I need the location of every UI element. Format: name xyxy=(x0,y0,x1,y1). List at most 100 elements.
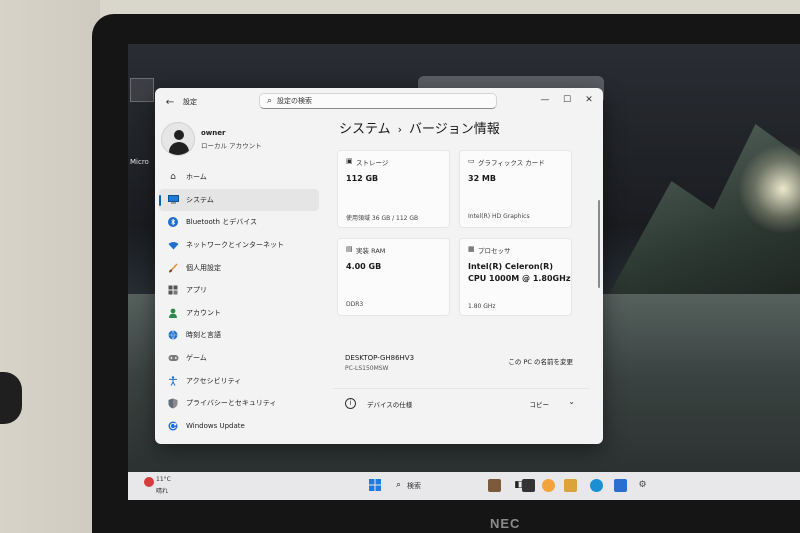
settings-icon[interactable]: ⚙ xyxy=(636,479,649,492)
ram-card[interactable]: ▤ 実装 RAM 4.00 GB DDR3 xyxy=(337,238,450,316)
maximize-icon: ☐ xyxy=(562,95,572,105)
sidebar-item-label: 時刻と言語 xyxy=(186,331,221,340)
gamepad-icon xyxy=(166,351,180,365)
nav-list: ⌂ ホーム システム Bluetooth とデバイス ネットワークとインターネッ… xyxy=(159,166,319,437)
sidebar-item-label: アプリ xyxy=(186,286,207,295)
device-name: DESKTOP-GH86HV3 xyxy=(345,354,415,362)
search-icon[interactable]: ⌕ xyxy=(392,479,405,492)
user-profile[interactable]: owner ローカル アカウント xyxy=(161,122,321,158)
breadcrumb: システム › バージョン情報 xyxy=(339,118,500,137)
sidebar-item-label: アクセシビリティ xyxy=(186,376,242,385)
storage-usage: 使用領域 36 GB / 112 GB xyxy=(346,215,419,222)
desk-background xyxy=(0,0,100,533)
avatar xyxy=(161,122,195,156)
desktop-shortcut-icon[interactable] xyxy=(130,78,154,102)
ram-label: 実装 RAM xyxy=(356,247,386,255)
search-input[interactable] xyxy=(277,97,478,105)
file-explorer-icon[interactable] xyxy=(564,479,577,492)
minimize-button[interactable]: — xyxy=(535,92,555,108)
sidebar-item-privacy-security[interactable]: プライバシーとセキュリティ xyxy=(159,392,319,415)
storage-card[interactable]: ▣ ストレージ 112 GB 使用領域 36 GB / 112 GB xyxy=(337,150,450,228)
close-button[interactable]: ✕ xyxy=(579,92,599,108)
sidebar-item-system[interactable]: システム xyxy=(159,188,319,212)
brush-icon xyxy=(166,261,180,275)
store-icon[interactable] xyxy=(614,479,627,492)
settings-search[interactable]: ⌕ xyxy=(259,93,497,109)
back-button[interactable]: ← xyxy=(161,93,179,111)
wallpaper-sun xyxy=(738,144,800,234)
memory-icon: ▤ xyxy=(346,245,353,253)
search-icon: ⌕ xyxy=(267,96,273,106)
sidebar-item-label: ネットワークとインターネット xyxy=(186,241,284,250)
sidebar-item-accounts[interactable]: アカウント xyxy=(159,302,319,325)
profile-name: owner xyxy=(201,129,226,137)
sidebar-item-time-language[interactable]: 時刻と言語 xyxy=(159,324,319,347)
apps-icon xyxy=(166,283,180,297)
sidebar-item-label: プライバシーとセキュリティ xyxy=(186,399,277,408)
maximize-button[interactable]: ☐ xyxy=(557,92,577,108)
device-specs-row[interactable]: i デバイスの仕様 コピー ⌄ xyxy=(333,388,589,418)
sidebar-item-bluetooth[interactable]: Bluetooth とデバイス xyxy=(159,211,319,234)
processor-model-line2: CPU 1000M @ 1.80GHz xyxy=(468,274,571,283)
minimize-icon: — xyxy=(540,95,550,105)
account-icon xyxy=(166,306,180,320)
graphics-card[interactable]: ▭ グラフィックス カード 32 MB Intel(R) HD Graphics xyxy=(459,150,572,228)
sidebar-item-network[interactable]: ネットワークとインターネット xyxy=(159,234,319,257)
graphics-adapter-name: Intel(R) HD Graphics xyxy=(468,213,530,220)
processor-label: プロセッサ xyxy=(478,247,511,255)
sidebar-item-apps[interactable]: アプリ xyxy=(159,279,319,302)
processor-speed: 1.80 GHz xyxy=(468,303,496,310)
network-icon xyxy=(166,238,180,252)
processor-card[interactable]: ▦ プロセッサ Intel(R) Celeron(R) CPU 1000M @ … xyxy=(459,238,572,316)
accessibility-icon xyxy=(166,374,180,388)
app-title: 設定 xyxy=(183,98,197,106)
info-icon: i xyxy=(345,398,356,409)
weather-temperature: 11°C xyxy=(156,476,171,483)
shield-icon xyxy=(166,396,180,410)
page-title: バージョン情報 xyxy=(409,122,500,137)
sidebar-item-label: 個人用設定 xyxy=(186,263,221,272)
widget-icon[interactable] xyxy=(488,479,501,492)
device-model: PC-LS150MSW xyxy=(345,365,389,372)
chrome-icon[interactable] xyxy=(542,479,555,492)
bluetooth-icon xyxy=(166,215,180,229)
sidebar-item-label: システム xyxy=(186,195,214,204)
globe-clock-icon xyxy=(166,328,180,342)
start-icon[interactable] xyxy=(368,479,381,492)
sidebar-item-label: Bluetooth とデバイス xyxy=(186,218,257,227)
sidebar-item-personalization[interactable]: 個人用設定 xyxy=(159,256,319,279)
processor-icon: ▦ xyxy=(468,245,475,253)
taskbar-search-label[interactable]: 検索 xyxy=(407,481,421,491)
sidebar-item-label: アカウント xyxy=(186,308,221,317)
sidebar-item-windows-update[interactable]: Windows Update xyxy=(159,415,319,438)
edge-icon[interactable] xyxy=(590,479,603,492)
breadcrumb-parent[interactable]: システム xyxy=(339,122,391,137)
device-specs-label: デバイスの仕様 xyxy=(367,401,413,409)
home-icon: ⌂ xyxy=(170,172,176,183)
sidebar-item-gaming[interactable]: ゲーム xyxy=(159,347,319,370)
update-icon xyxy=(166,419,180,433)
system-icon xyxy=(166,193,180,207)
processor-model-line1: Intel(R) Celeron(R) xyxy=(468,262,553,271)
sidebar-item-home[interactable]: ⌂ ホーム xyxy=(159,166,319,189)
rename-pc-button[interactable]: この PC の名前を変更 xyxy=(508,356,573,366)
terminal-icon[interactable] xyxy=(522,479,535,492)
desktop-shortcut-label: Micro xyxy=(130,158,149,166)
graphics-memory-value: 32 MB xyxy=(468,174,496,183)
arrow-left-icon: ← xyxy=(165,96,175,108)
sidebar-item-label: ホーム xyxy=(186,173,207,182)
desk-object xyxy=(0,372,22,424)
device-name-row: DESKTOP-GH86HV3 PC-LS150MSW この PC の名前を変更 xyxy=(333,342,589,388)
scrollbar[interactable] xyxy=(598,200,600,288)
title-bar: ← 設定 ⌕ — ☐ ✕ xyxy=(155,88,603,116)
laptop-brand-logo: NEC xyxy=(490,516,521,531)
ram-type: DDR3 xyxy=(346,301,364,308)
sidebar-item-accessibility[interactable]: アクセシビリティ xyxy=(159,369,319,392)
chevron-down-icon[interactable]: ⌄ xyxy=(568,397,575,406)
sidebar-item-label: ゲーム xyxy=(186,354,207,363)
copy-button[interactable]: コピー xyxy=(530,399,550,409)
sidebar-item-label: Windows Update xyxy=(186,421,245,430)
weather-icon[interactable] xyxy=(144,477,154,487)
main-content: システム › バージョン情報 ▣ ストレージ 112 GB 使用領域 36 GB /… xyxy=(333,116,595,444)
ram-value: 4.00 GB xyxy=(346,262,382,271)
